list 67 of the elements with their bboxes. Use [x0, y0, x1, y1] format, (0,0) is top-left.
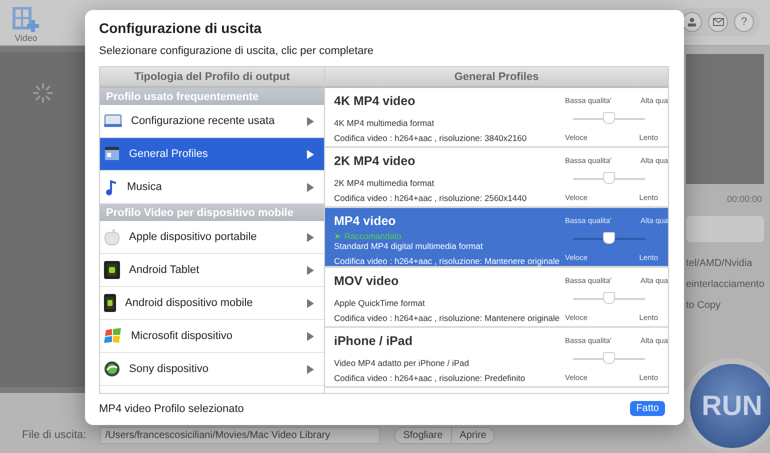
slider-thumb[interactable] — [603, 352, 615, 364]
column-header: Tipologia del Profilo di output — [100, 67, 324, 88]
profile-description: Apple QuickTime format — [334, 298, 426, 308]
slider-thumb[interactable] — [603, 292, 615, 304]
folder-tab[interactable] — [686, 216, 764, 242]
user-button[interactable] — [682, 12, 702, 32]
output-label: File di uscita: — [22, 429, 86, 441]
sphere-icon — [104, 361, 120, 377]
category-section-header: Profilo usato frequentemente — [100, 88, 324, 105]
chevron-icon — [307, 298, 314, 308]
slider-thumb[interactable] — [603, 232, 615, 244]
envelope-icon — [712, 18, 724, 26]
windows-flag-icon — [104, 328, 122, 344]
time-label: 00:00:00 — [726, 193, 763, 206]
profile-title: MP4 video — [334, 214, 397, 228]
profile-encoding: Codifica video : h264+aac , risoluzione: 2560x1440 — [334, 193, 528, 203]
bottom-button[interactable]: Aprire — [450, 428, 494, 442]
category-section-header: Profilo Video per dispositivo mobile — [100, 204, 324, 221]
profile-encoding: Codifica video : h264+aac , risoluzione: Mantenere originale — [334, 313, 561, 323]
column-header: General Profiles — [325, 67, 668, 88]
chevron-icon — [307, 364, 314, 374]
android-tablet-icon — [104, 261, 120, 279]
quality-slider[interactable] — [573, 352, 645, 365]
dialog-title: Configurazione di uscita — [99, 20, 263, 36]
user-icon — [687, 16, 697, 26]
profile-encoding: Codifica video : h264+aac , risoluzione: Predefinito — [334, 373, 526, 383]
profile-description: 2K MP4 multimedia format — [334, 178, 436, 188]
status-text: MP4 video Profilo selezionato — [99, 402, 244, 414]
chevron-icon — [307, 182, 314, 192]
help-button[interactable]: ? — [734, 12, 754, 32]
option-label: to Copy — [686, 299, 722, 313]
output-path-field[interactable]: /Users/francescosiciliani/Movies/Mac Video Library — [100, 426, 380, 444]
chevron-icon — [307, 232, 314, 242]
monitor-icon — [104, 114, 122, 128]
profile-title: MOV video — [334, 274, 400, 288]
profile-description: Video MP4 adatto per iPhone / iPad — [334, 358, 470, 368]
profile-description: Standard MP4 digital multimedia format — [334, 241, 484, 251]
bottom-button[interactable]: Sfogliare — [395, 428, 451, 442]
profile-title: 2K MP4 video — [334, 154, 416, 168]
apple-icon — [104, 228, 120, 246]
chevron-icon — [307, 266, 314, 274]
recommended-label: ➤ Raccomandato — [334, 231, 403, 241]
option-label: tel/AMD/Nvidia — [686, 257, 754, 271]
chevron-icon — [307, 332, 314, 340]
profile-encoding: Codifica video : h264+aac , risoluzione: Mantenere originale — [334, 256, 561, 266]
done-button[interactable]: Fatto — [630, 401, 665, 416]
quality-slider[interactable] — [573, 232, 645, 245]
dialog-subtitle: Selezionare configurazione di uscita, clic per completare — [99, 45, 375, 57]
option-label: einterlacciamento — [686, 278, 766, 292]
mail-button[interactable] — [708, 12, 728, 32]
chevron-icon — [307, 150, 314, 158]
quality-slider[interactable] — [573, 292, 645, 305]
quality-slider[interactable] — [573, 172, 645, 185]
category-item[interactable]: General Profiles — [100, 138, 324, 171]
slider-thumb[interactable] — [603, 112, 615, 124]
chevron-icon — [307, 116, 314, 126]
music-note-icon — [104, 178, 118, 196]
profile-title: iPhone / iPad — [334, 334, 414, 348]
spinner-icon — [32, 82, 54, 104]
profile-encoding: Codifica video : h264+aac , risoluzione: 3840x2160 — [334, 133, 528, 143]
profile-title: 4K MP4 video — [334, 94, 416, 108]
quality-slider[interactable] — [573, 112, 645, 125]
slider-thumb[interactable] — [603, 172, 615, 184]
film-icon — [104, 147, 120, 161]
android-phone-icon — [104, 294, 116, 312]
film-plus-icon — [12, 7, 40, 33]
profile-description: 4K MP4 multimedia format — [334, 118, 436, 128]
